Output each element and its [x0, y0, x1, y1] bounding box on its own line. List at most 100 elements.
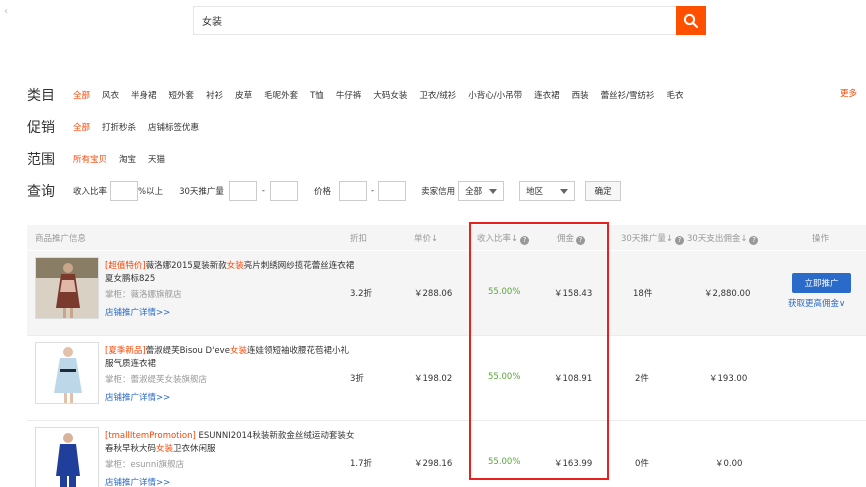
- promo-item[interactable]: 打折秒杀: [102, 121, 136, 133]
- category-item[interactable]: 小背心/小吊带: [468, 89, 522, 101]
- income-ratio-input[interactable]: [110, 181, 139, 201]
- payout-value: ￥2,880.00: [704, 289, 751, 299]
- category-item[interactable]: 短外套: [169, 89, 195, 101]
- category-item[interactable]: 皮草: [235, 89, 252, 101]
- help-icon[interactable]: ?: [674, 236, 684, 245]
- promote-button[interactable]: 立即推广: [792, 273, 851, 293]
- volume-max-input[interactable]: [270, 181, 298, 201]
- promo-label: 促销: [27, 120, 55, 136]
- ratio-value: 55.00%: [488, 372, 521, 382]
- category-item[interactable]: 大码女装: [373, 89, 407, 101]
- product-title[interactable]: [超值特价]薇洛娜2015夏装新款女装亮片刺绣网纱揽花蕾丝连衣裙 夏女鹏标825: [105, 260, 355, 286]
- price-value: ￥198.02: [414, 374, 453, 384]
- help-icon[interactable]: ?: [520, 236, 530, 245]
- query-row: 查询 收入比率 %以上 30天推广量 - 价格 - 卖家信用 全部 地区 确定: [27, 180, 622, 202]
- shop-detail-link[interactable]: 店铺推广详情>>: [105, 476, 170, 487]
- table-row: [tmallItemPromotion] ESUNNI2014秋装新款金丝绒运动…: [27, 421, 866, 487]
- scope-filter: 范围 所有宝贝 淘宝 天猫: [27, 149, 177, 169]
- seller-credit-select[interactable]: 全部: [458, 181, 505, 201]
- back-arrow-icon[interactable]: ‹: [4, 6, 14, 18]
- scope-item[interactable]: 淘宝: [119, 153, 136, 165]
- scope-label: 范围: [27, 152, 55, 168]
- category-item[interactable]: 毛呢外套: [264, 89, 298, 101]
- scope-all[interactable]: 所有宝贝: [73, 153, 107, 165]
- price-min-input[interactable]: [339, 181, 368, 201]
- category-item[interactable]: 衬衫: [206, 89, 223, 101]
- header-payout-label: 30天支出佣金: [687, 234, 741, 244]
- price-max-input[interactable]: [378, 181, 407, 201]
- price-label: 价格: [314, 187, 332, 197]
- category-item[interactable]: 蕾丝衫/雪纺衫: [601, 89, 655, 101]
- shop-detail-link[interactable]: 店铺推广详情>>: [105, 306, 170, 318]
- volume-value: 0件: [635, 459, 649, 469]
- product-title[interactable]: [夏季新品]蕾淑缇芙Bisou D'eve女装连娃领短袖收腰花苞裙小礼服气质连衣…: [105, 345, 355, 371]
- higher-commission-link[interactable]: 获取更高佣金∨: [788, 297, 845, 309]
- category-item[interactable]: 西装: [572, 89, 589, 101]
- commission-value: ￥158.43: [554, 289, 593, 299]
- income-ratio-label: 收入比率: [73, 187, 108, 197]
- product-image[interactable]: [35, 427, 99, 487]
- price-value: ￥298.16: [414, 459, 453, 469]
- header-price-label: 单价: [414, 234, 432, 244]
- seller-credit-value: 全部: [465, 187, 483, 197]
- search-icon: [683, 13, 699, 28]
- header-volume[interactable]: 30天推广量↓?: [621, 232, 684, 245]
- promo-tag: [tmallItemPromotion]: [105, 431, 196, 441]
- query-label: 查询: [27, 184, 55, 200]
- payout-value: ￥193.00: [709, 374, 748, 384]
- category-item[interactable]: 半身裙: [131, 89, 157, 101]
- shop-detail-link[interactable]: 店铺推广详情>>: [105, 391, 170, 403]
- discount-value: 3折: [350, 374, 364, 384]
- shop-name[interactable]: 掌柜：薇洛娜旗舰店: [105, 288, 182, 300]
- header-volume-label: 30天推广量: [621, 234, 666, 244]
- product-image[interactable]: [35, 342, 99, 404]
- sort-arrow-icon: ↓: [740, 234, 748, 244]
- title-keyword: 女装: [226, 261, 244, 271]
- category-item[interactable]: 毛衣: [667, 89, 684, 101]
- promo-all[interactable]: 全部: [73, 121, 90, 133]
- sort-arrow-icon: ↓: [665, 234, 673, 244]
- chevron-down-icon: [560, 189, 569, 194]
- seller-credit-label: 卖家信用: [421, 187, 456, 197]
- dash-label: -: [261, 186, 265, 196]
- promo-tag: [夏季新品]: [105, 346, 146, 356]
- product-title[interactable]: [tmallItemPromotion] ESUNNI2014秋装新款金丝绒运动…: [105, 430, 355, 456]
- header-commission[interactable]: 佣金?: [557, 232, 586, 245]
- scope-item[interactable]: 天猫: [148, 153, 165, 165]
- category-label: 类目: [27, 88, 55, 104]
- title-keyword: 女装: [229, 346, 247, 356]
- table-row: [夏季新品]蕾淑缇芙Bisou D'eve女装连娃领短袖收腰花苞裙小礼服气质连衣…: [27, 336, 866, 420]
- product-image[interactable]: [35, 257, 99, 319]
- ratio-value: 55.00%: [488, 287, 521, 297]
- header-price[interactable]: 单价↓: [414, 232, 438, 244]
- header-discount[interactable]: 折扣: [350, 232, 367, 244]
- help-icon[interactable]: ?: [749, 236, 759, 245]
- discount-value: 3.2折: [350, 289, 373, 299]
- category-more-link[interactable]: 更多: [840, 87, 857, 99]
- chevron-down-icon: ∨: [839, 299, 846, 309]
- help-icon[interactable]: ?: [576, 236, 586, 245]
- search-input[interactable]: [194, 7, 676, 34]
- category-item[interactable]: T恤: [310, 89, 324, 101]
- volume-min-input[interactable]: [228, 181, 257, 201]
- region-value: 地区: [526, 187, 544, 197]
- promo-item[interactable]: 店铺标签优惠: [148, 121, 199, 133]
- header-ratio[interactable]: 收入比率↓?: [477, 232, 530, 245]
- shop-name[interactable]: 掌柜：蕾淑缇芙女装旗舰店: [105, 373, 207, 385]
- header-payout[interactable]: 30天支出佣金↓?: [687, 232, 759, 245]
- category-item[interactable]: 卫衣/绒衫: [419, 89, 456, 101]
- payout-value: ￥0.00: [715, 459, 743, 469]
- discount-value: 1.7折: [350, 459, 373, 469]
- category-all[interactable]: 全部: [73, 89, 90, 101]
- category-item[interactable]: 牛仔裤: [336, 89, 362, 101]
- confirm-button[interactable]: 确定: [585, 181, 622, 201]
- promo-filter: 促销 全部 打折秒杀 店铺标签优惠: [27, 117, 211, 137]
- category-item[interactable]: 风衣: [102, 89, 119, 101]
- ratio-value: 55.00%: [488, 457, 521, 467]
- header-commission-label: 佣金: [557, 234, 575, 244]
- category-item[interactable]: 连衣裙: [534, 89, 560, 101]
- shop-name[interactable]: 掌柜：esunni旗舰店: [105, 458, 184, 470]
- search-button[interactable]: [676, 6, 706, 35]
- region-select[interactable]: 地区: [519, 181, 576, 201]
- title-keyword: 女装: [156, 444, 174, 454]
